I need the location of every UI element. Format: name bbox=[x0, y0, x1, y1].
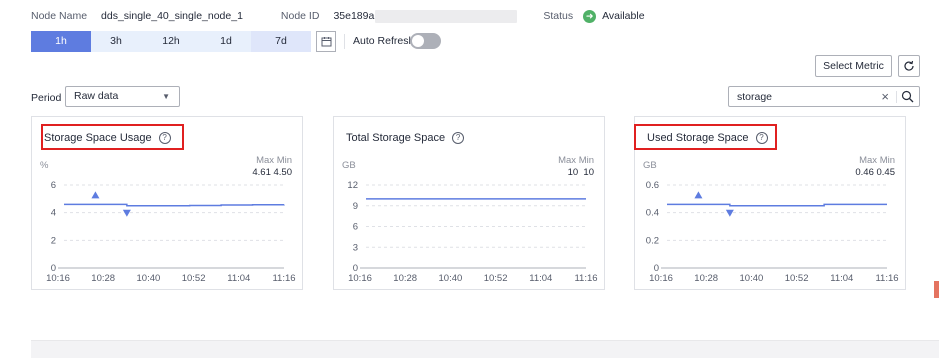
x-tick-label: 10:52 bbox=[182, 273, 206, 284]
bottom-section bbox=[31, 340, 939, 358]
tab-12h[interactable]: 12h bbox=[141, 31, 201, 52]
x-tick-label: 10:52 bbox=[785, 273, 809, 284]
x-tick-label: 10:40 bbox=[439, 273, 463, 284]
y-tick-label: 6 bbox=[51, 180, 56, 191]
x-tick-label: 10:16 bbox=[348, 273, 372, 284]
search-value: storage bbox=[737, 91, 773, 103]
x-tick-label: 11:16 bbox=[272, 273, 295, 284]
y-tick-label: 0.6 bbox=[646, 180, 659, 191]
calendar-icon bbox=[321, 37, 331, 47]
y-tick-label: 0.4 bbox=[646, 208, 659, 219]
status-label: Status bbox=[543, 10, 574, 22]
panel-total-storage-space: Total Storage Space ? GB Max Min 10 10 0… bbox=[333, 116, 605, 290]
node-name-value: dds_single_40_single_node_1 bbox=[101, 10, 243, 22]
auto-refresh-toggle[interactable] bbox=[410, 33, 441, 49]
panel-storage-space-usage: Storage Space Usage ? % Max Min 4.61 4.5… bbox=[31, 116, 303, 290]
toggle-knob bbox=[412, 35, 424, 47]
period-select[interactable]: Raw data ▼ bbox=[65, 86, 180, 107]
series-line bbox=[64, 203, 285, 207]
select-metric-button[interactable]: Select Metric bbox=[815, 55, 892, 77]
panel-used-storage-space: Used Storage Space ? GB Max Min 0.46 0.4… bbox=[634, 116, 906, 290]
refresh-icon bbox=[904, 60, 914, 71]
tab-1h[interactable]: 1h bbox=[31, 31, 91, 52]
x-tick-label: 10:52 bbox=[484, 273, 508, 284]
series-line bbox=[667, 203, 887, 207]
redacted-id-block bbox=[375, 9, 518, 23]
min-marker bbox=[122, 209, 131, 217]
x-tick-label: 11:16 bbox=[875, 273, 898, 284]
node-name-label: Node Name bbox=[31, 10, 88, 22]
y-tick-label: 3 bbox=[353, 242, 358, 253]
x-tick-label: 10:40 bbox=[740, 273, 764, 284]
status-value: Available bbox=[602, 10, 645, 22]
node-id-label: Node ID bbox=[280, 10, 320, 22]
search-separator bbox=[896, 91, 897, 103]
y-tick-label: 6 bbox=[353, 222, 358, 233]
node-id-value: 35e189a bbox=[333, 10, 375, 22]
y-tick-label: 4 bbox=[51, 208, 56, 219]
clear-icon[interactable]: × bbox=[881, 89, 889, 104]
x-tick-label: 10:28 bbox=[694, 273, 718, 284]
line-chart: 024610:16 10:28 10:40 10:52 11:04 11:16 bbox=[46, 180, 295, 284]
calendar-button[interactable] bbox=[316, 31, 336, 52]
search-icon[interactable] bbox=[901, 90, 914, 103]
time-range-tabs: 1h 3h 12h 1d 7d bbox=[31, 31, 311, 52]
tab-7d[interactable]: 7d bbox=[251, 31, 311, 52]
y-tick-label: 2 bbox=[51, 235, 56, 246]
y-tick-label: 9 bbox=[353, 201, 358, 212]
x-tick-label: 11:04 bbox=[529, 273, 552, 284]
side-marker bbox=[934, 281, 939, 298]
y-tick-label: 12 bbox=[347, 180, 358, 191]
max-marker bbox=[694, 191, 703, 199]
status-available-icon: ➜ bbox=[583, 9, 597, 23]
x-tick-label: 10:16 bbox=[649, 273, 673, 284]
metric-search-input[interactable]: storage × bbox=[728, 86, 920, 107]
x-tick-label: 10:28 bbox=[393, 273, 417, 284]
max-marker bbox=[91, 191, 100, 199]
toolbar-divider bbox=[344, 34, 345, 49]
line-chart: 03691210:16 10:28 10:40 10:52 11:04 11:16 bbox=[347, 180, 597, 284]
auto-refresh-label: Auto Refresh bbox=[353, 35, 415, 47]
period-select-value: Raw data bbox=[74, 90, 119, 102]
period-label: Period bbox=[31, 92, 62, 104]
x-tick-label: 10:16 bbox=[46, 273, 70, 284]
x-tick-label: 10:40 bbox=[137, 273, 161, 284]
tab-3h[interactable]: 3h bbox=[91, 31, 141, 52]
x-tick-label: 11:04 bbox=[227, 273, 250, 284]
refresh-button[interactable] bbox=[898, 55, 920, 77]
min-marker bbox=[725, 209, 734, 217]
tab-1d[interactable]: 1d bbox=[201, 31, 251, 52]
x-tick-label: 10:28 bbox=[91, 273, 115, 284]
x-tick-label: 11:04 bbox=[830, 273, 853, 284]
x-tick-label: 11:16 bbox=[574, 273, 597, 284]
line-chart: 00.20.40.610:16 10:28 10:40 10:52 11:04 11:16 bbox=[646, 180, 899, 284]
node-info-row: Node Name dds_single_40_single_node_1 No… bbox=[31, 8, 645, 24]
chevron-down-icon: ▼ bbox=[162, 92, 170, 101]
y-tick-label: 0.2 bbox=[646, 235, 659, 246]
